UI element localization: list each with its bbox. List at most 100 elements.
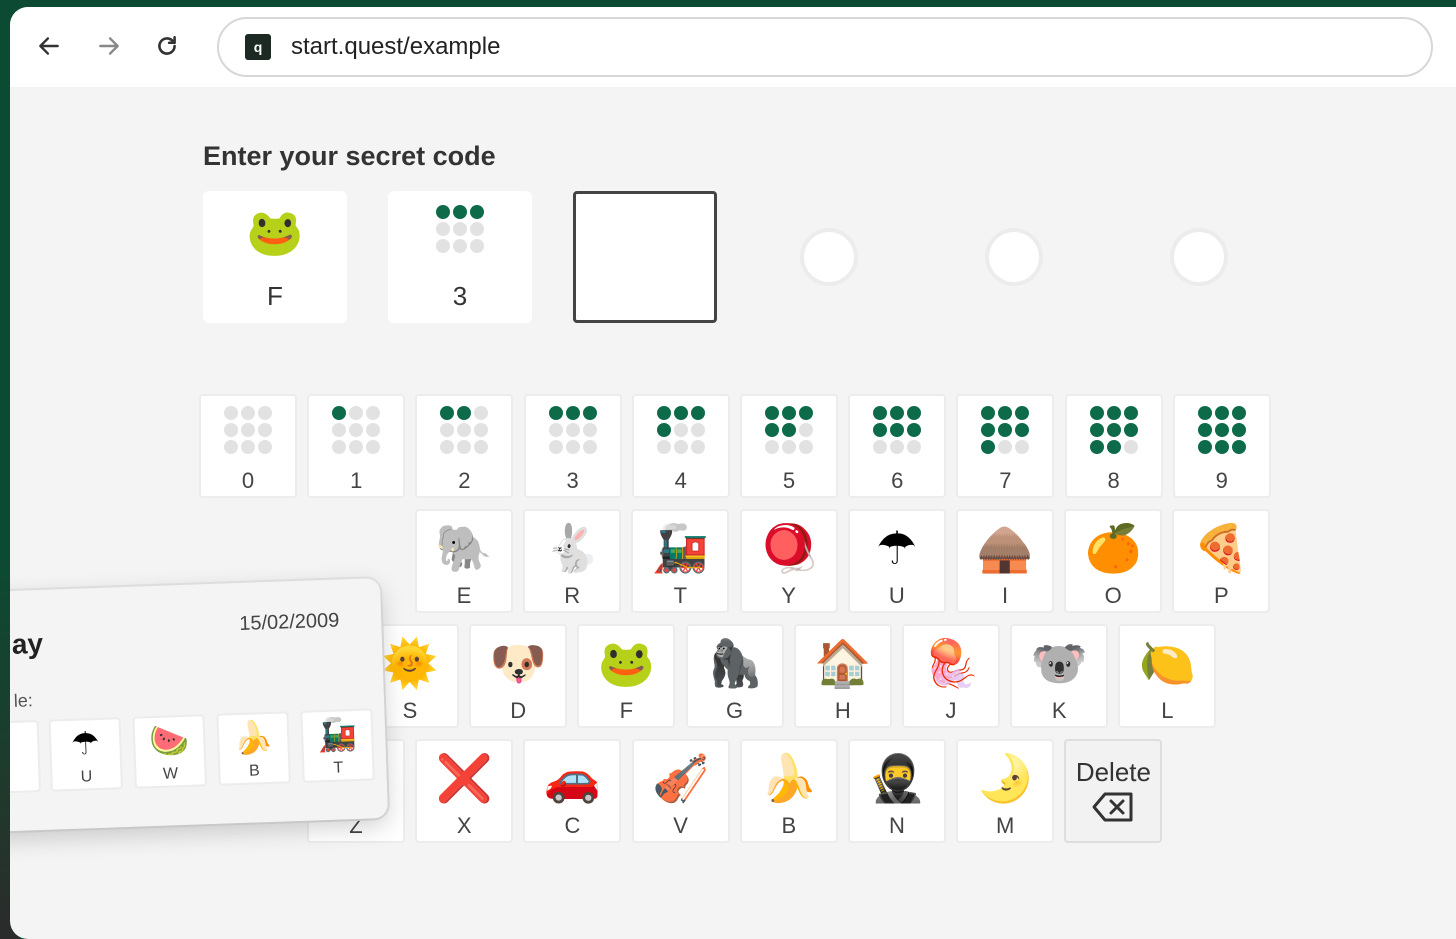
key-p[interactable]: 🍕 P bbox=[1172, 509, 1271, 613]
card-item: 🍉 W bbox=[132, 714, 207, 789]
card-item-label: W bbox=[162, 765, 179, 783]
train-icon: 🚂 bbox=[651, 521, 710, 575]
pizza-icon: 🍕 bbox=[1192, 521, 1251, 575]
ninja-icon: 🥷 bbox=[868, 751, 926, 805]
key-n[interactable]: 🥷 N bbox=[848, 739, 946, 843]
card-date: 15/02/2009 bbox=[238, 609, 340, 635]
key-glyph: 🛖 bbox=[958, 521, 1052, 575]
dots-7-icon bbox=[981, 406, 1030, 454]
card-item-label: T bbox=[333, 759, 344, 777]
arrow-right-icon bbox=[99, 37, 119, 55]
key-glyph: ☂ bbox=[850, 521, 944, 575]
key-label: R bbox=[564, 583, 581, 608]
key-label: 3 bbox=[566, 468, 579, 493]
dots-8-icon bbox=[1089, 406, 1138, 454]
key-glyph bbox=[1067, 406, 1161, 454]
dots-1-icon bbox=[332, 406, 381, 454]
key-number-7[interactable]: 7 bbox=[956, 394, 1055, 498]
key-label: 6 bbox=[891, 468, 904, 493]
yoyo-icon: 🪀 bbox=[759, 521, 818, 575]
key-glyph: 🍕 bbox=[1174, 521, 1268, 575]
key-number-8[interactable]: 8 bbox=[1064, 394, 1163, 498]
key-glyph bbox=[742, 406, 836, 454]
key-glyph: 🪼 bbox=[904, 636, 998, 690]
key-i[interactable]: 🛖 I bbox=[956, 509, 1054, 613]
key-f[interactable]: 🐸 F bbox=[577, 624, 676, 728]
key-glyph bbox=[417, 406, 511, 454]
back-button[interactable] bbox=[32, 29, 66, 63]
key-label: D bbox=[510, 698, 527, 723]
key-label: U bbox=[888, 583, 905, 608]
key-t[interactable]: 🚂 T bbox=[631, 509, 730, 613]
card-item-label: U bbox=[80, 768, 93, 786]
key-glyph bbox=[850, 406, 944, 454]
frog-icon: 🐸 bbox=[246, 205, 304, 259]
backspace-icon bbox=[1066, 791, 1160, 823]
key-glyph bbox=[634, 406, 728, 454]
delete-button[interactable]: Delete bbox=[1064, 739, 1163, 843]
slot-glyph: 🐸 bbox=[203, 205, 347, 259]
koala-icon: 🐨 bbox=[1030, 636, 1088, 690]
key-d[interactable]: 🐶 D bbox=[469, 624, 568, 728]
igloo-icon: 🛖 bbox=[976, 521, 1034, 575]
page-title: Enter your secret code bbox=[203, 141, 496, 171]
reload-button[interactable] bbox=[150, 29, 184, 63]
key-label: J bbox=[945, 698, 957, 723]
key-y[interactable]: 🪀 Y bbox=[739, 509, 838, 613]
key-glyph: 🍋 bbox=[1120, 636, 1214, 690]
key-c[interactable]: 🚗 C bbox=[523, 739, 622, 843]
key-label: I bbox=[1001, 583, 1009, 608]
key-label: O bbox=[1104, 583, 1122, 608]
train-icon: 🚂 bbox=[316, 714, 358, 755]
key-u[interactable]: ☂ U bbox=[847, 509, 946, 613]
filled-code-slot[interactable]: 🐸 F bbox=[203, 191, 347, 323]
filled-code-slot[interactable]: 3 bbox=[388, 191, 532, 323]
address-bar[interactable]: q start.quest/example bbox=[217, 17, 1433, 77]
key-glyph: 🪀 bbox=[742, 521, 836, 575]
key-number-4[interactable]: 4 bbox=[631, 394, 730, 498]
key-v[interactable]: 🎻 V bbox=[631, 739, 730, 843]
key-number-2[interactable]: 2 bbox=[415, 394, 514, 498]
key-number-6[interactable]: 6 bbox=[848, 394, 947, 498]
rabbit-icon: 🐇 bbox=[543, 521, 601, 575]
key-m[interactable]: 🌛 M bbox=[956, 739, 1055, 843]
key-k[interactable]: 🐨 K bbox=[1010, 624, 1109, 728]
key-glyph bbox=[526, 406, 620, 454]
key-number-3[interactable]: 3 bbox=[523, 394, 622, 498]
key-glyph bbox=[201, 406, 295, 454]
key-label: F bbox=[619, 698, 634, 723]
key-number-9[interactable]: 9 bbox=[1172, 394, 1271, 498]
dots-3-icon bbox=[548, 406, 597, 454]
key-e[interactable]: 🐘 E bbox=[415, 509, 513, 613]
key-glyph: 🌛 bbox=[958, 751, 1052, 805]
dots-5-icon bbox=[765, 406, 813, 454]
banana-icon: 🍌 bbox=[760, 751, 818, 805]
site-favicon-icon: q bbox=[245, 34, 271, 60]
umbrella-icon: ☂ bbox=[70, 723, 101, 763]
key-g[interactable]: 🦍 G bbox=[685, 624, 784, 728]
card-item: 🚂 T bbox=[300, 708, 375, 783]
empty-code-slot bbox=[804, 232, 854, 282]
active-code-slot[interactable] bbox=[573, 191, 717, 323]
key-glyph: 🐸 bbox=[579, 636, 673, 690]
dots-2-icon bbox=[440, 406, 489, 454]
key-x[interactable]: ❌ X bbox=[415, 739, 514, 843]
key-number-1[interactable]: 1 bbox=[307, 394, 406, 498]
key-label: H bbox=[834, 698, 851, 723]
card-title: ay bbox=[11, 627, 44, 660]
key-h[interactable]: 🏠 H bbox=[793, 624, 892, 728]
forward-button[interactable] bbox=[92, 29, 126, 63]
house-icon: 🏠 bbox=[814, 636, 872, 690]
key-number-5[interactable]: 5 bbox=[740, 394, 838, 498]
key-label: N bbox=[889, 813, 905, 838]
key-number-0[interactable]: 0 bbox=[199, 394, 297, 498]
key-j[interactable]: 🪼 J bbox=[902, 624, 1000, 728]
key-l[interactable]: 🍋 L bbox=[1118, 624, 1217, 728]
frog-icon: 🐸 bbox=[597, 636, 656, 690]
key-label: V bbox=[673, 813, 688, 838]
key-glyph bbox=[309, 406, 403, 454]
key-r[interactable]: 🐇 R bbox=[523, 509, 622, 613]
sun-icon: 🌞 bbox=[381, 636, 439, 690]
key-o[interactable]: 🍊 O bbox=[1064, 509, 1163, 613]
key-b[interactable]: 🍌 B bbox=[739, 739, 838, 843]
